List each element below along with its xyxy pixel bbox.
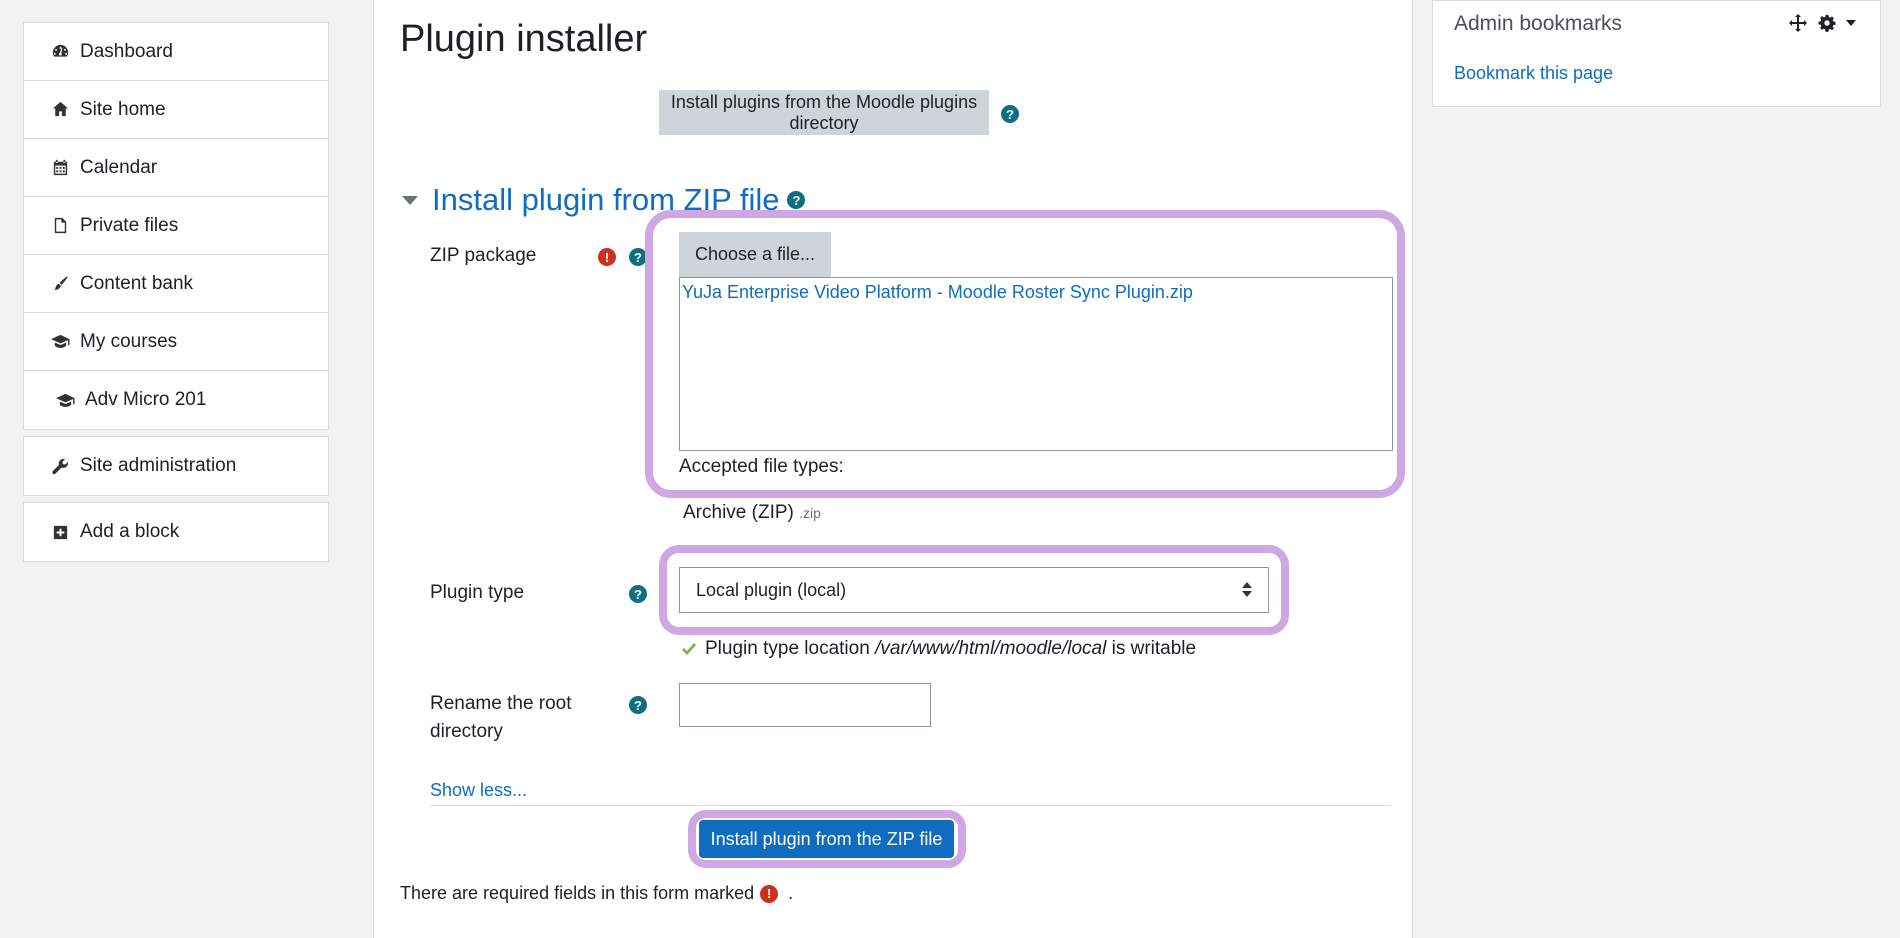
selected-file-link[interactable]: YuJa Enterprise Video Platform - Moodle … xyxy=(682,282,1193,303)
help-icon[interactable]: ? xyxy=(629,585,647,603)
wrench-icon xyxy=(50,456,71,477)
install-from-directory-button[interactable]: Install plugins from the Moodle plugins … xyxy=(659,90,989,135)
sidebar-item-label: Dashboard xyxy=(80,40,173,62)
location-suffix: is writable xyxy=(1111,638,1197,659)
plugin-location-status: Plugin type location /var/www/html/moodl… xyxy=(679,635,1196,663)
sidebar-nav: Dashboard Site home Calendar Private fil… xyxy=(23,22,329,562)
select-arrows-icon xyxy=(1242,582,1252,597)
location-path: /var/www/html/moodle/local xyxy=(875,638,1107,659)
rename-root-label-line1: Rename the root xyxy=(430,693,572,714)
sidebar-item-content-bank[interactable]: Content bank xyxy=(24,255,328,313)
plugin-type-label: Plugin type xyxy=(430,582,525,603)
sidebar-item-label: Add a block xyxy=(80,521,180,542)
graduation-cap-icon xyxy=(55,390,76,411)
bookmark-this-page-link[interactable]: Bookmark this page xyxy=(1454,63,1613,84)
section-title: Install plugin from ZIP file xyxy=(432,182,780,217)
chevron-down-icon[interactable] xyxy=(1846,20,1856,26)
sidebar-item-label: Adv Micro 201 xyxy=(85,389,207,410)
home-icon xyxy=(50,99,71,120)
collapse-caret-icon[interactable] xyxy=(402,195,418,205)
required-note-end: . xyxy=(788,883,794,903)
gear-icon[interactable] xyxy=(1818,14,1836,32)
main-content: Plugin installer Install plugins from th… xyxy=(373,0,1413,938)
archive-type-name: Archive (ZIP) xyxy=(683,502,794,523)
show-less-link[interactable]: Show less... xyxy=(430,780,527,801)
rename-root-label: Rename the root directory xyxy=(430,690,572,746)
dashboard-icon xyxy=(50,41,71,62)
section-header-zip[interactable]: Install plugin from ZIP file ? xyxy=(402,182,806,218)
rename-root-label-line2: directory xyxy=(430,721,503,742)
check-icon xyxy=(682,643,696,655)
block-controls xyxy=(1788,13,1856,33)
sidebar-item-private-files[interactable]: Private files xyxy=(24,197,328,255)
sidebar-item-label: Content bank xyxy=(80,272,194,294)
nav-main-group: Dashboard Site home Calendar Private fil… xyxy=(23,22,329,430)
nav-admin-group: Site administration xyxy=(23,436,329,496)
choose-file-button[interactable]: Choose a file... xyxy=(679,232,831,277)
sidebar-item-label: Site administration xyxy=(80,455,237,476)
nav-add-block-group: Add a block xyxy=(23,502,329,562)
zip-package-label: ZIP package xyxy=(430,245,537,266)
help-icon[interactable]: ? xyxy=(629,248,647,266)
brush-icon xyxy=(50,273,71,294)
page-title: Plugin installer xyxy=(400,18,648,60)
plus-square-icon xyxy=(50,522,71,543)
graduation-cap-icon xyxy=(50,331,71,352)
admin-bookmarks-block: Admin bookmarks Bookmark this page xyxy=(1432,0,1881,107)
install-zip-button[interactable]: Install plugin from the ZIP file xyxy=(699,820,954,858)
add-block-button[interactable]: Add a block xyxy=(24,503,328,561)
rename-root-input[interactable] xyxy=(679,683,931,727)
plugin-type-selected-value: Local plugin (local) xyxy=(696,579,847,600)
plugin-type-select[interactable]: Local plugin (local) xyxy=(679,567,1269,613)
sidebar-item-site-administration[interactable]: Site administration xyxy=(24,437,328,495)
location-prefix: Plugin type location xyxy=(705,638,870,659)
help-icon[interactable]: ? xyxy=(629,696,647,714)
required-note-text: There are required fields in this form m… xyxy=(400,883,755,903)
sidebar-item-adv-micro-201[interactable]: Adv Micro 201 xyxy=(24,371,328,429)
divider xyxy=(430,805,1391,806)
accepted-file-types-label: Accepted file types: xyxy=(679,456,844,477)
sidebar-item-dashboard[interactable]: Dashboard xyxy=(24,23,328,81)
sidebar-item-label: Calendar xyxy=(80,156,158,178)
block-title: Admin bookmarks xyxy=(1454,12,1623,35)
sidebar-item-label: Site home xyxy=(80,98,166,120)
sidebar-item-calendar[interactable]: Calendar xyxy=(24,139,328,197)
sidebar-item-label: My courses xyxy=(80,330,178,352)
file-icon xyxy=(50,215,71,236)
sidebar-item-label: Private files xyxy=(80,214,179,236)
archive-type-label: Archive (ZIP) .zip xyxy=(683,499,821,527)
file-drop-area[interactable]: YuJa Enterprise Video Platform - Moodle … xyxy=(679,277,1393,451)
sidebar-item-my-courses[interactable]: My courses xyxy=(24,313,328,371)
calendar-icon xyxy=(50,157,71,178)
help-icon[interactable]: ? xyxy=(1001,105,1019,123)
archive-extension: .zip xyxy=(799,505,821,521)
required-fields-note: There are required fields in this form m… xyxy=(400,883,793,904)
required-icon: ! xyxy=(760,884,779,903)
move-icon[interactable] xyxy=(1788,13,1808,33)
sidebar-item-site-home[interactable]: Site home xyxy=(24,81,328,139)
help-icon[interactable]: ? xyxy=(787,191,806,209)
required-icon: ! xyxy=(598,248,616,266)
